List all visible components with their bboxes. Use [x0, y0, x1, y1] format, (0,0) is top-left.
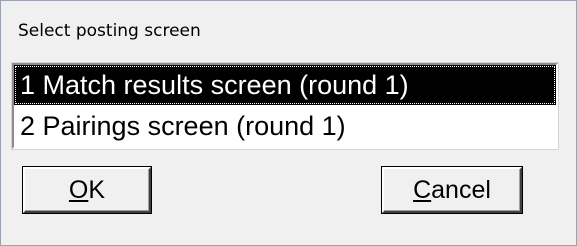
- posting-screen-listbox[interactable]: 1 Match results screen (round 1) 2 Pairi…: [11, 62, 559, 150]
- dialog-title: Select posting screen: [18, 21, 201, 41]
- ok-label-rest: K: [88, 176, 106, 204]
- select-posting-screen-dialog: Select posting screen 1 Match results sc…: [0, 0, 577, 246]
- ok-mnemonic: O: [68, 176, 89, 204]
- cancel-mnemonic: C: [413, 176, 432, 204]
- ok-button[interactable]: OK: [23, 167, 151, 213]
- cancel-button[interactable]: Cancel: [382, 167, 522, 213]
- cancel-label-rest: ancel: [431, 176, 491, 204]
- list-item-pairings[interactable]: 2 Pairings screen (round 1): [14, 106, 556, 146]
- list-item-match-results[interactable]: 1 Match results screen (round 1): [14, 65, 556, 105]
